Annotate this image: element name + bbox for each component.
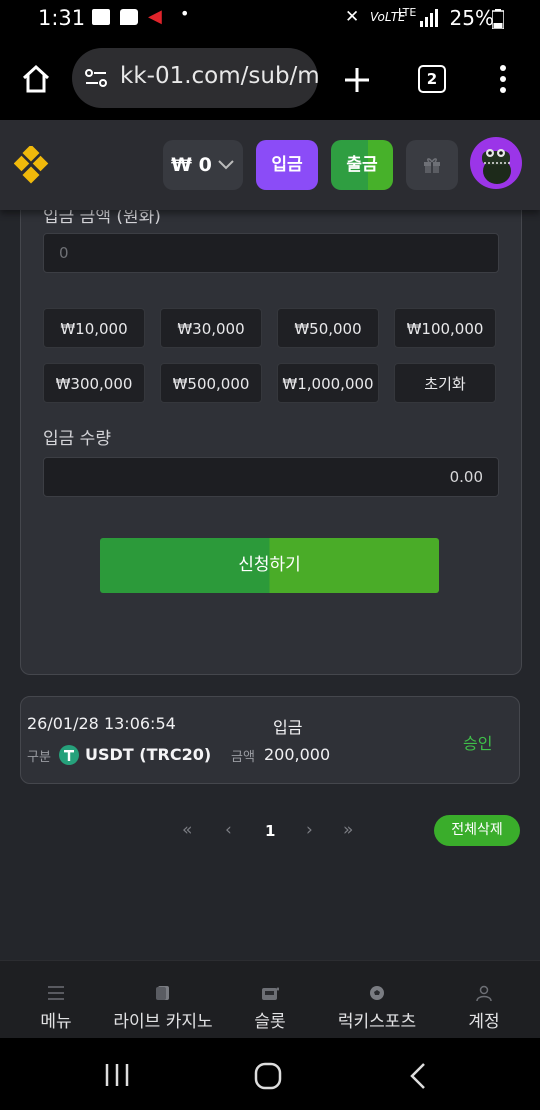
slot-machine-icon [262, 987, 279, 1000]
amount-input[interactable]: 0 [43, 233, 499, 273]
nav-menu[interactable]: 메뉴 [18, 961, 94, 1039]
url-text: kk-01.com/sub/m [120, 63, 318, 89]
chat-icon [120, 9, 138, 25]
user-icon [476, 985, 492, 1001]
status-bar: 1:31 ◀ • ✕ VoLTE LTE 25% [0, 0, 540, 38]
home-icon[interactable] [20, 63, 52, 95]
crocodile-avatar-icon [482, 149, 511, 184]
submit-button[interactable]: 신청하기 [100, 538, 439, 593]
nav-label: 계정 [468, 1012, 500, 1032]
recent-apps-icon[interactable] [104, 1062, 130, 1088]
amount-caption: 금액 [231, 750, 255, 765]
menu-icon [48, 986, 64, 1000]
dot-icon: • [180, 4, 190, 23]
site-header: ₩ 0 입금 출금 [0, 120, 540, 210]
quantity-value: 0.00 [449, 468, 483, 486]
signal-icon [420, 9, 438, 27]
last-page-button[interactable]: » [343, 820, 353, 840]
battery-icon [492, 9, 504, 29]
prev-page-button[interactable]: ‹ [225, 820, 232, 840]
site-logo[interactable] [14, 146, 50, 184]
nav-slots[interactable]: 슬롯 [232, 961, 308, 1039]
more-options-icon[interactable] [498, 64, 508, 94]
nav-label: 럭키스포츠 [337, 1012, 417, 1032]
quantity-label: 입금 수량 [43, 429, 111, 449]
tab-switcher-button[interactable]: 2 [418, 65, 446, 93]
chevron-down-icon [218, 160, 234, 170]
amount-50000-button[interactable]: ₩50,000 [277, 308, 379, 348]
history-coin: USDT (TRC20) [85, 745, 212, 764]
delete-all-button[interactable]: 전체삭제 [434, 815, 520, 846]
next-page-button[interactable]: › [306, 820, 313, 840]
withdraw-button[interactable]: 출금 [331, 140, 393, 190]
avatar[interactable] [470, 137, 522, 189]
balance-value: 0 [198, 154, 212, 176]
url-bar[interactable]: kk-01.com/sub/m [72, 48, 318, 108]
site-settings-icon[interactable] [84, 68, 108, 88]
balance-display[interactable]: ₩ 0 [163, 140, 243, 190]
lte-icon: LTE [398, 6, 417, 19]
amount-500000-button[interactable]: ₩500,000 [160, 363, 262, 403]
amount-100000-button[interactable]: ₩100,000 [394, 308, 496, 348]
nav-label: 슬롯 [254, 1012, 286, 1032]
nav-live-casino[interactable]: 라이브 카지노 [104, 961, 222, 1039]
nav-label: 메뉴 [40, 1012, 72, 1032]
tether-icon [59, 745, 79, 765]
deposit-form-card: 입금 금액 (원화) 0 ₩10,000 ₩30,000 ₩50,000 ₩10… [20, 200, 522, 675]
back-icon[interactable] [408, 1062, 428, 1090]
history-datetime: 26/01/28 13:06:54 [27, 714, 176, 733]
megaphone-icon: ◀ [148, 6, 162, 27]
amount-10000-button[interactable]: ₩10,000 [43, 308, 145, 348]
category-label: 구분 [27, 750, 51, 765]
system-nav-bar [0, 1038, 540, 1110]
soccer-ball-icon [370, 986, 384, 1000]
nav-lucky-sports[interactable]: 럭키스포츠 [318, 961, 436, 1039]
browser-toolbar: kk-01.com/sub/m 2 [0, 38, 540, 120]
battery-percent: 25% [449, 6, 494, 30]
gift-icon [424, 158, 440, 173]
mute-icon: ✕ [345, 7, 360, 27]
status-badge: 승인 [463, 734, 493, 753]
status-time: 1:31 [38, 6, 86, 30]
gift-button[interactable] [406, 140, 458, 190]
reset-button[interactable]: 초기화 [394, 363, 496, 403]
new-tab-icon[interactable] [343, 66, 371, 94]
history-type: 입금 [273, 718, 303, 737]
history-item: 26/01/28 13:06:54 입금 구분 USDT (TRC20) 금액 … [20, 696, 520, 784]
amount-30000-button[interactable]: ₩30,000 [160, 308, 262, 348]
cards-icon [156, 986, 169, 1000]
quantity-input[interactable]: 0.00 [43, 457, 499, 497]
deposit-button[interactable]: 입금 [256, 140, 318, 190]
home-nav-icon[interactable] [254, 1062, 282, 1090]
amount-1000000-button[interactable]: ₩1,000,000 [277, 363, 379, 403]
gallery-icon [92, 9, 110, 25]
nav-account[interactable]: 계정 [446, 961, 522, 1039]
amount-placeholder: 0 [59, 244, 69, 262]
currency-symbol: ₩ [171, 154, 192, 176]
amount-300000-button[interactable]: ₩300,000 [43, 363, 145, 403]
history-amount: 200,000 [264, 745, 331, 764]
nav-label: 라이브 카지노 [113, 1012, 213, 1032]
first-page-button[interactable]: « [182, 820, 192, 840]
current-page[interactable]: 1 [265, 822, 275, 840]
bottom-nav: 메뉴 라이브 카지노 슬롯 럭키스포츠 계정 [0, 960, 540, 1039]
